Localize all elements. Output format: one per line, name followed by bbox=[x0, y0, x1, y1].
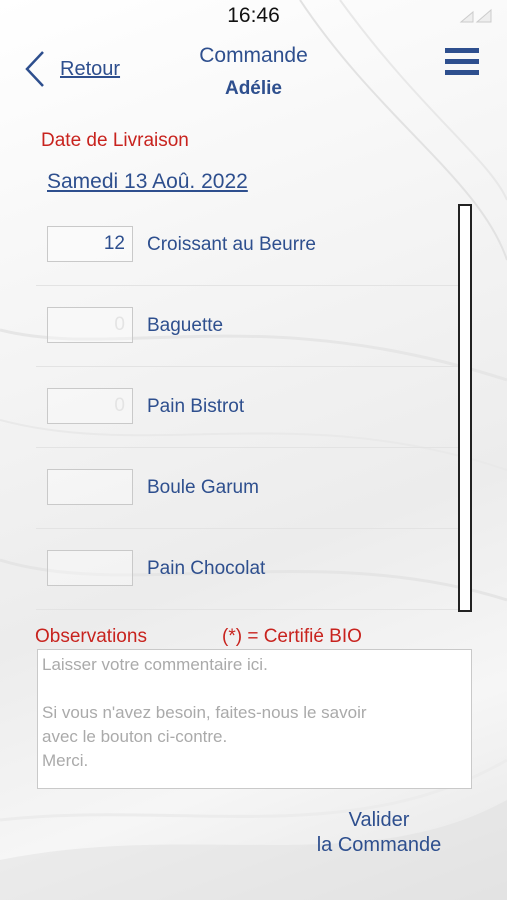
product-name: Croissant au Beurre bbox=[147, 234, 316, 255]
quantity-input[interactable]: 0 bbox=[47, 388, 133, 424]
quantity-value: 12 bbox=[103, 233, 125, 254]
hamburger-menu-icon bbox=[445, 48, 479, 75]
product-row: 0 Baguette bbox=[36, 285, 460, 367]
product-name: Baguette bbox=[147, 315, 224, 336]
quantity-value: 0 bbox=[114, 314, 125, 335]
comment-placeholder-line: Si vous n'avez besoin, faites-nous le sa… bbox=[42, 703, 367, 722]
product-name: Pain Bistrot bbox=[147, 396, 245, 417]
bio-certified-note: (*) = Certifié BIO bbox=[222, 626, 362, 647]
status-bar: 16:46 bbox=[0, 0, 507, 32]
observations-label: Observations bbox=[35, 626, 147, 647]
product-list-scrollbar[interactable] bbox=[458, 204, 472, 612]
product-row: 0 Pain Bistrot bbox=[36, 366, 460, 448]
quantity-input[interactable] bbox=[47, 469, 133, 505]
comment-placeholder-line bbox=[42, 677, 467, 701]
header: Retour Commande Adélie bbox=[0, 40, 507, 110]
status-clock: 16:46 bbox=[227, 4, 280, 27]
product-row: 12 Croissant au Beurre bbox=[36, 204, 460, 286]
menu-button[interactable] bbox=[445, 48, 479, 81]
quantity-input[interactable] bbox=[47, 550, 133, 586]
product-name: Boule Garum bbox=[147, 477, 259, 498]
validate-order-button[interactable]: Valider la Commande bbox=[290, 808, 468, 858]
comment-textarea[interactable]: Laisser votre commentaire ici. Si vous n… bbox=[37, 649, 472, 789]
comment-placeholder-line: avec le bouton ci-contre. bbox=[42, 727, 228, 746]
quantity-input[interactable]: 12 bbox=[47, 226, 133, 262]
comment-placeholder-line: Merci. bbox=[42, 751, 89, 770]
product-list: 12 Croissant au Beurre 0 Baguette 0 Pain… bbox=[36, 204, 460, 610]
product-name: Pain Chocolat bbox=[147, 558, 266, 579]
page-title: Commande bbox=[199, 44, 308, 67]
product-row: Boule Garum bbox=[36, 447, 460, 529]
comment-placeholder-line: Laisser votre commentaire ici. bbox=[42, 655, 268, 674]
signal-icon bbox=[459, 8, 492, 23]
validate-order-label-line1: Valider bbox=[348, 809, 410, 831]
validate-order-label-line2: la Commande bbox=[316, 834, 442, 856]
delivery-date-label: Date de Livraison bbox=[41, 130, 189, 151]
product-row: Pain Chocolat bbox=[36, 528, 460, 610]
quantity-input[interactable]: 0 bbox=[47, 307, 133, 343]
page-subtitle: Adélie bbox=[224, 78, 283, 99]
quantity-value: 0 bbox=[114, 395, 125, 416]
delivery-date-picker[interactable]: Samedi 13 Aoû. 2022 bbox=[47, 170, 248, 194]
